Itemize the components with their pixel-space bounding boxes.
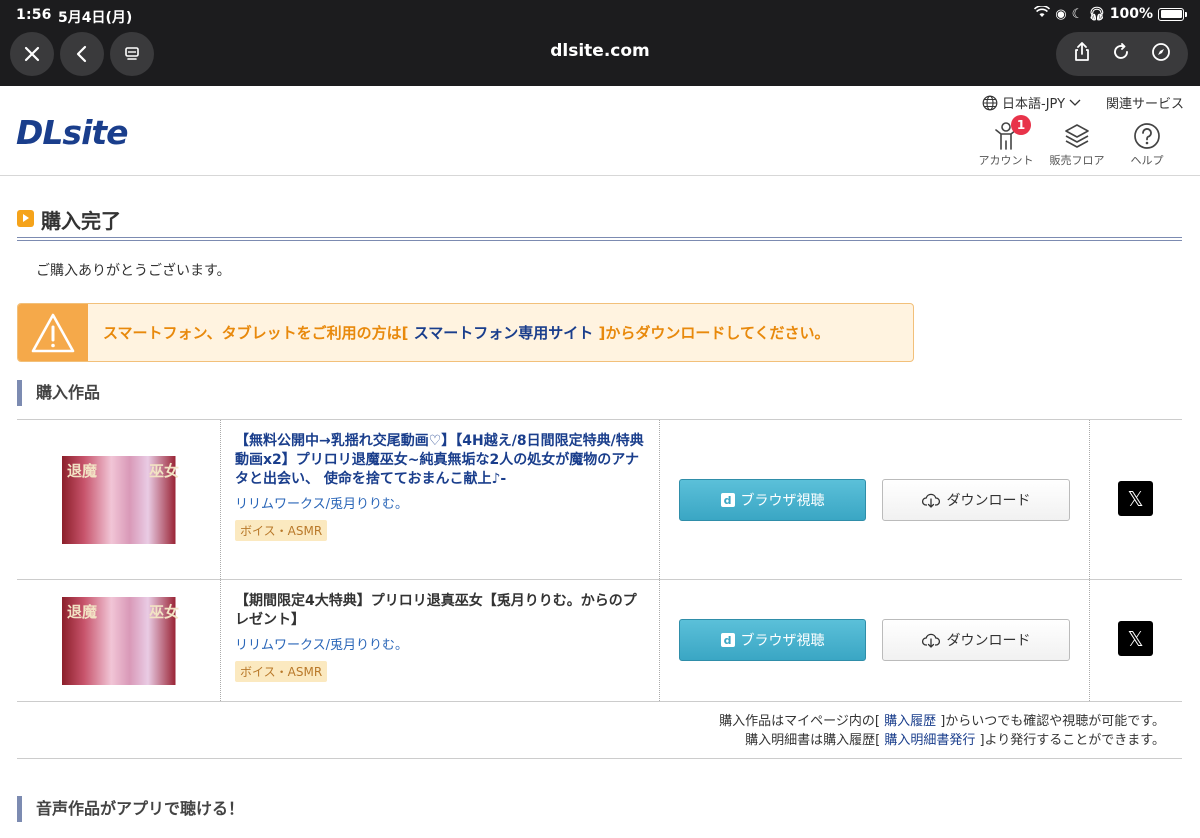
page-title-bar: 購入完了 <box>17 205 1182 241</box>
thumb-text-left: 退魔 <box>67 462 98 480</box>
language-label: 日本語-JPY <box>1002 97 1066 112</box>
circle-link[interactable]: リリムワークス/兎月りりむ。 <box>235 634 647 653</box>
category-tag[interactable]: ボイス・ASMR <box>235 520 328 541</box>
purchase-history-link[interactable]: 購入履歴 <box>884 714 936 729</box>
help-nav[interactable]: ヘルプ <box>1114 120 1180 168</box>
cloud-download-icon <box>921 493 940 508</box>
account-nav[interactable]: 1 アカウント <box>973 115 1039 168</box>
divider <box>17 758 1182 759</box>
layers-icon <box>1065 124 1089 148</box>
sales-floor-label: 販売フロア <box>1049 154 1105 167</box>
thumb-text-left: 退魔 <box>67 603 98 621</box>
table-row: 退魔 巫女 【期間限定4大特典】プリロリ退真巫女【兎月りりむ。からのプレゼント】… <box>17 580 1182 702</box>
status-time: 1:56 <box>16 7 52 23</box>
browser-chrome: 1:56 5月4日(月) ◉ ☾ 🎧︎ 100% dlsite.com <box>0 0 1200 86</box>
share-cell: 𝕏 <box>1090 580 1182 701</box>
browser-play-button[interactable]: d ブラウザ視聴 <box>679 479 866 521</box>
sales-floor-nav[interactable]: 販売フロア <box>1044 120 1110 168</box>
action-cell: d ブラウザ視聴 ダウンロード <box>660 420 1090 579</box>
download-button[interactable]: ダウンロード <box>882 619 1070 661</box>
browser-actions <box>1056 32 1188 76</box>
product-title-link[interactable]: 【期間限定4大特典】プリロリ退真巫女【兎月りりむ。からのプレゼント】 <box>235 592 647 630</box>
wifi-icon <box>1034 5 1051 22</box>
product-thumbnail[interactable]: 退魔 巫女 <box>29 456 212 544</box>
smartphone-alert: スマートフォン、タブレットをご利用の方は[ スマートフォン専用サイト ]からダウ… <box>17 303 914 362</box>
dlplay-icon: d <box>720 493 735 507</box>
alert-text-before: スマートフォン、タブレットをご利用の方は[ <box>103 324 409 342</box>
thanks-message: ご購入ありがとうございます。 <box>36 263 231 279</box>
warning-icon <box>18 304 88 361</box>
share-icon <box>1074 42 1089 61</box>
product-info-cell: 【無料公開中→乳揺れ交尾動画♡】【4H越え/8日間限定特典/特典動画x2】プリロ… <box>221 420 660 579</box>
compass-icon <box>1152 43 1171 61</box>
site-header: DLsite 日本語-JPY 関連サービス 1 アカウント 販売フロア ヘルプ <box>0 86 1200 176</box>
play-square-icon <box>17 210 34 227</box>
dlplay-icon: d <box>720 633 735 647</box>
battery-percent: 100% <box>1109 6 1153 22</box>
notes-line1-after: ]からいつでも確認や視聴が可能です。 <box>940 714 1165 729</box>
moon-icon: ☾ <box>1071 6 1084 22</box>
thumb-text-right: 巫女 <box>149 603 180 621</box>
x-share-icon[interactable]: 𝕏 <box>1118 621 1153 656</box>
circle-link[interactable]: リリムワークス/兎月りりむ。 <box>235 493 647 512</box>
account-label: アカウント <box>978 154 1034 167</box>
reload-icon <box>1114 43 1128 59</box>
thumbnail-cell: 退魔 巫女 <box>17 420 221 579</box>
battery-icon <box>1158 7 1187 21</box>
download-label: ダウンロード <box>946 633 1031 649</box>
notes-line2-before: 購入明細書は購入履歴[ <box>745 733 881 748</box>
product-title-link[interactable]: 【無料公開中→乳揺れ交尾動画♡】【4H越え/8日間限定特典/特典動画x2】プリロ… <box>235 432 647 489</box>
lock-rotation-icon: ◉ <box>1055 6 1067 22</box>
receipt-issue-link[interactable]: 購入明細書発行 <box>884 733 975 748</box>
purchased-items-table: 退魔 巫女 【無料公開中→乳揺れ交尾動画♡】【4H越え/8日間限定特典/特典動画… <box>17 419 1182 702</box>
share-cell: 𝕏 <box>1090 420 1182 579</box>
notification-badge: 1 <box>1011 115 1031 135</box>
table-row: 退魔 巫女 【無料公開中→乳揺れ交尾動画♡】【4H越え/8日間限定特典/特典動画… <box>17 420 1182 580</box>
related-services-link[interactable]: 関連サービス <box>1106 93 1184 112</box>
help-icon <box>1134 123 1160 149</box>
x-share-icon[interactable]: 𝕏 <box>1118 481 1153 516</box>
cloud-download-icon <box>921 633 940 648</box>
reload-button[interactable] <box>1112 43 1130 65</box>
browser-play-label: ブラウザ視聴 <box>740 633 825 649</box>
language-selector[interactable]: 日本語-JPY <box>982 93 1081 112</box>
headphones-icon: 🎧︎ <box>1088 6 1105 22</box>
help-label: ヘルプ <box>1130 154 1164 167</box>
status-indicators: ◉ ☾ 🎧︎ 100% <box>1034 5 1187 22</box>
notes-line2-after: ]より発行することができます。 <box>979 733 1165 748</box>
thumb-text-right: 巫女 <box>149 462 180 480</box>
globe-icon <box>982 95 998 110</box>
product-info-cell: 【期間限定4大特典】プリロリ退真巫女【兎月りりむ。からのプレゼント】 リリムワー… <box>221 580 660 701</box>
dlsite-logo[interactable]: DLsite <box>16 113 129 152</box>
browser-play-button[interactable]: d ブラウザ視聴 <box>679 619 866 661</box>
category-tag[interactable]: ボイス・ASMR <box>235 661 328 682</box>
share-button[interactable] <box>1073 42 1091 66</box>
action-cell: d ブラウザ視聴 ダウンロード <box>660 580 1090 701</box>
app-listen-heading: 音声作品がアプリで聴ける！ <box>17 796 244 822</box>
thumbnail-cell: 退魔 巫女 <box>17 580 221 701</box>
address-bar[interactable]: dlsite.com <box>0 41 1200 61</box>
status-date: 5月4日(月) <box>58 10 133 26</box>
alert-text: スマートフォン、タブレットをご利用の方は[ スマートフォン専用サイト ]からダウ… <box>103 322 830 343</box>
product-thumbnail[interactable]: 退魔 巫女 <box>29 597 212 685</box>
purchase-notes: 購入作品はマイページ内の[ 購入履歴 ]からいつでも確認や視聴が可能です。 購入… <box>719 712 1165 750</box>
purchased-items-heading: 購入作品 <box>17 380 100 406</box>
compass-button[interactable] <box>1151 42 1171 66</box>
browser-play-label: ブラウザ視聴 <box>740 493 825 509</box>
smartphone-site-link[interactable]: スマートフォン専用サイト <box>414 324 594 342</box>
page-title: 購入完了 <box>41 209 121 233</box>
chevron-down-icon <box>1069 99 1081 106</box>
download-button[interactable]: ダウンロード <box>882 479 1070 521</box>
notes-line1-before: 購入作品はマイページ内の[ <box>719 714 880 729</box>
alert-text-after: ]からダウンロードしてください。 <box>598 324 830 342</box>
download-label: ダウンロード <box>946 493 1031 509</box>
